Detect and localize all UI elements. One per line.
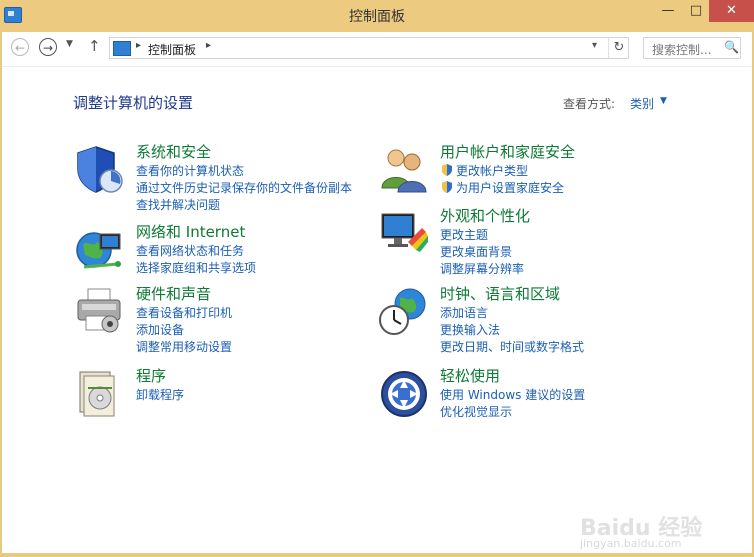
- search-input[interactable]: 搜索控制...: [652, 41, 711, 58]
- back-button[interactable]: ←: [11, 38, 29, 56]
- close-button[interactable]: ✕: [709, 0, 754, 22]
- link-add-device[interactable]: 添加设备: [136, 321, 184, 338]
- users-icon[interactable]: [378, 144, 430, 196]
- recent-locations-dropdown[interactable]: ▼: [66, 39, 73, 49]
- link-devices-printers[interactable]: 查看设备和打印机: [136, 304, 232, 321]
- address-bar[interactable]: ▸ 控制面板 ▸ ▾ ↻: [109, 37, 629, 59]
- forward-button[interactable]: →: [39, 38, 57, 56]
- up-button[interactable]: ↑: [88, 37, 101, 55]
- link-uninstall-program[interactable]: 卸载程序: [136, 386, 184, 403]
- link-homegroup-sharing[interactable]: 选择家庭组和共享选项: [136, 259, 256, 276]
- category-title-appearance[interactable]: 外观和个性化: [440, 205, 530, 226]
- window-bottom-border: [0, 553, 754, 557]
- breadcrumb-control-panel[interactable]: 控制面板: [148, 41, 196, 58]
- control-panel-location-icon: [113, 41, 131, 56]
- category-title-system-security[interactable]: 系统和安全: [136, 141, 211, 162]
- network-globe-icon[interactable]: [74, 224, 126, 276]
- category-title-network-internet[interactable]: 网络和 Internet: [136, 221, 245, 242]
- link-change-account-type[interactable]: 更改帐户类型: [456, 162, 528, 179]
- link-change-theme[interactable]: 更改主题: [440, 226, 488, 243]
- chevron-down-icon[interactable]: ▼: [660, 96, 667, 106]
- control-panel-window: 控制面板 — □ ✕ ← → ▼ ↑ ▸ 控制面板 ▸ ▾ ↻ 搜索控制... …: [0, 0, 754, 557]
- link-network-status[interactable]: 查看网络状态和任务: [136, 242, 244, 259]
- breadcrumb-separator[interactable]: ▸: [136, 40, 141, 51]
- search-icon[interactable]: 🔍: [724, 40, 739, 54]
- link-change-input-method[interactable]: 更换输入法: [440, 321, 500, 338]
- link-change-desktop-background[interactable]: 更改桌面背景: [440, 243, 512, 260]
- title-bar[interactable]: 控制面板 — □ ✕: [0, 0, 754, 32]
- clock-globe-icon[interactable]: [378, 286, 430, 338]
- refresh-button[interactable]: ↻: [608, 38, 629, 58]
- link-optimize-visual-display[interactable]: 优化视觉显示: [440, 403, 512, 420]
- breadcrumb-separator-2[interactable]: ▸: [206, 40, 211, 51]
- link-add-language[interactable]: 添加语言: [440, 304, 488, 321]
- monitor-paint-icon[interactable]: [378, 208, 430, 260]
- category-title-ease-of-access[interactable]: 轻松使用: [440, 365, 500, 386]
- link-change-date-time-format[interactable]: 更改日期、时间或数字格式: [440, 338, 584, 355]
- view-by-dropdown[interactable]: 类别: [630, 95, 654, 112]
- link-troubleshoot[interactable]: 查找并解决问题: [136, 196, 220, 213]
- uac-shield-icon: [442, 164, 452, 176]
- address-dropdown-button[interactable]: ▾: [592, 40, 597, 51]
- category-title-user-accounts[interactable]: 用户帐户和家庭安全: [440, 141, 575, 162]
- page-title: 调整计算机的设置: [73, 94, 194, 112]
- link-adjust-resolution[interactable]: 调整屏幕分辨率: [440, 260, 524, 277]
- window-client-area: ← → ▼ ↑ ▸ 控制面板 ▸ ▾ ↻ 搜索控制... 🔍 调整计算机的设置 …: [2, 32, 752, 553]
- category-title-hardware-sound[interactable]: 硬件和声音: [136, 283, 211, 304]
- navigation-bar: ← → ▼ ↑ ▸ 控制面板 ▸ ▾ ↻ 搜索控制... 🔍: [2, 32, 752, 67]
- link-windows-suggested-settings[interactable]: 使用 Windows 建议的设置: [440, 386, 585, 403]
- link-family-safety[interactable]: 为用户设置家庭安全: [456, 179, 564, 196]
- uac-shield-icon: [442, 181, 452, 193]
- ease-of-access-icon[interactable]: [378, 368, 430, 420]
- programs-icon[interactable]: [74, 368, 126, 420]
- minimize-button[interactable]: —: [656, 0, 680, 22]
- maximize-button[interactable]: □: [684, 0, 708, 22]
- search-box[interactable]: 搜索控制... 🔍: [643, 37, 741, 59]
- shield-icon[interactable]: [74, 144, 126, 196]
- baidu-watermark-url: jingyan.baidu.com: [580, 537, 682, 550]
- link-mobility-settings[interactable]: 调整常用移动设置: [136, 338, 232, 355]
- printer-icon[interactable]: [74, 286, 126, 338]
- window-title: 控制面板: [349, 9, 405, 25]
- category-title-programs[interactable]: 程序: [136, 365, 166, 386]
- link-file-history-backup[interactable]: 通过文件历史记录保存你的文件备份副本: [136, 179, 352, 196]
- view-by-label: 查看方式:: [563, 97, 616, 111]
- category-title-clock-language-region[interactable]: 时钟、语言和区域: [440, 283, 560, 304]
- link-view-computer-status[interactable]: 查看你的计算机状态: [136, 162, 244, 179]
